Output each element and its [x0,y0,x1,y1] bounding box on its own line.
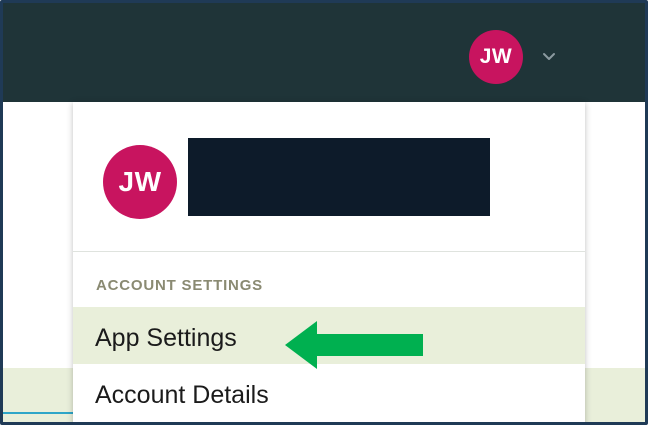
menu-item-label: App Settings [95,323,237,352]
section-label-account-settings: ACCOUNT SETTINGS [96,277,263,294]
dropdown-avatar-initials: JW [118,166,162,197]
chevron-down-icon[interactable] [541,48,557,64]
menu-divider [73,251,585,252]
account-dropdown-menu: JW ACCOUNT SETTINGS App Settings Account… [73,102,585,422]
menu-item-label: Account Details [95,380,269,409]
app-window: JW JW ACCOUNT SETTINGS App Settings Acco… [0,0,648,425]
menu-item-account-details[interactable]: Account Details [73,364,585,422]
arrow-left-icon [285,321,423,369]
top-navigation-bar: JW [3,3,645,102]
user-avatar-button[interactable]: JW [469,30,523,84]
page-background-tab-indicator [3,412,83,414]
redacted-user-name [188,138,490,216]
dropdown-user-avatar: JW [103,145,177,219]
avatar-initials: JW [479,45,513,68]
